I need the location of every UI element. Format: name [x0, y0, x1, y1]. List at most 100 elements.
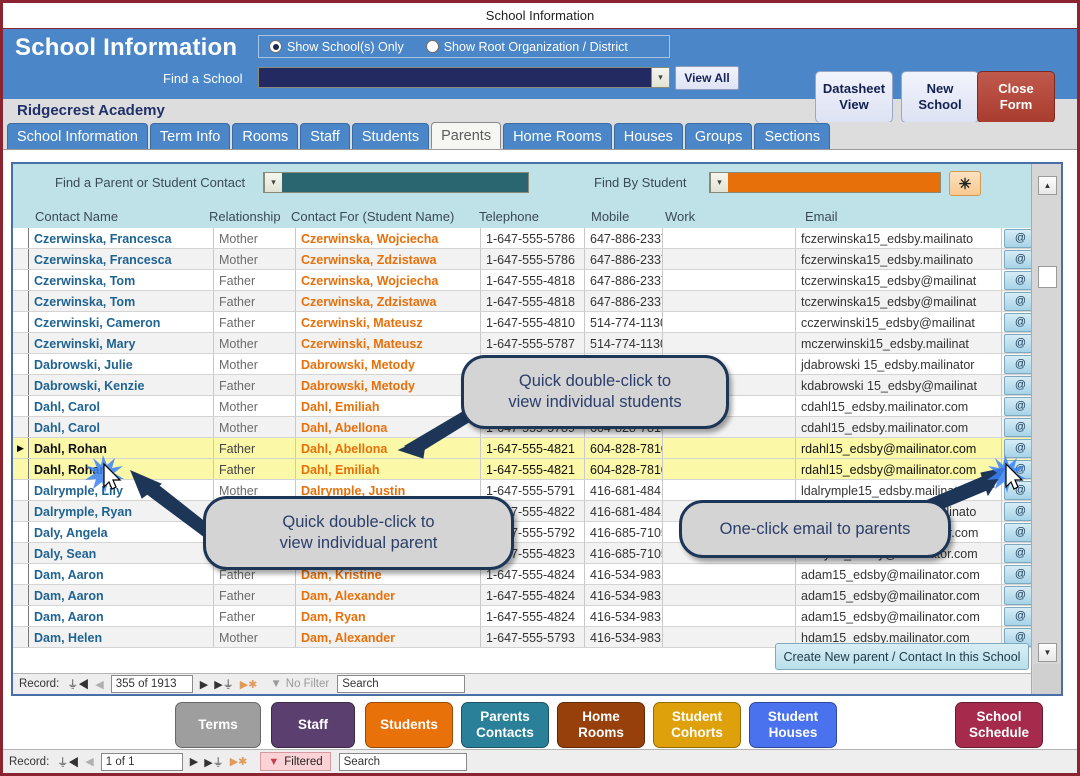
tab-rooms[interactable]: Rooms: [232, 123, 299, 149]
tab-staff[interactable]: Staff: [300, 123, 350, 149]
cell-tel[interactable]: 1-647-555-5793: [481, 627, 585, 647]
cell-email[interactable]: tczerwinska15_edsby@mailinat: [796, 291, 1002, 311]
cell-email[interactable]: adam15_edsby@mailinator.com: [796, 585, 1002, 605]
cell-mob[interactable]: 416-681-4841: [585, 501, 663, 521]
view-all-button[interactable]: View All: [675, 66, 739, 90]
cell-tel[interactable]: 1-647-555-5786: [481, 249, 585, 269]
row-selector[interactable]: [13, 564, 29, 584]
row-selector[interactable]: [13, 312, 29, 332]
cell-rel[interactable]: Father: [214, 438, 296, 458]
cell-work[interactable]: [663, 333, 796, 353]
cell-email[interactable]: mczerwinski15_edsby.mailinat: [796, 333, 1002, 353]
cell-name[interactable]: Czerwinska, Francesca: [29, 249, 214, 269]
cell-work[interactable]: [663, 312, 796, 332]
column-header[interactable]: Telephone: [479, 209, 539, 224]
cell-for[interactable]: Dahl, Abellona: [296, 417, 481, 437]
cell-name[interactable]: Dalrymple, Lily: [29, 480, 214, 500]
record-number-input[interactable]: 355 of 1913: [110, 675, 193, 693]
cell-email[interactable]: rdahl15_edsby@mailinator.com: [796, 459, 1002, 479]
find-school-combobox[interactable]: ▾: [258, 67, 670, 88]
cell-mob[interactable]: 416-534-9831: [585, 606, 663, 626]
cell-rel[interactable]: Mother: [214, 396, 296, 416]
cell-name[interactable]: Dabrowski, Kenzie: [29, 375, 214, 395]
cell-tel[interactable]: 1-647-555-5787: [481, 333, 585, 353]
subform-search-input[interactable]: Search: [337, 675, 466, 693]
scroll-down-icon[interactable]: ▼: [1038, 643, 1057, 662]
cell-tel[interactable]: 1-647-555-4818: [481, 291, 585, 311]
row-selector[interactable]: [13, 543, 29, 563]
row-selector[interactable]: [13, 417, 29, 437]
cell-work[interactable]: [663, 585, 796, 605]
cell-work[interactable]: [663, 480, 796, 500]
table-row[interactable]: Dam, Aaron Father Dam, Kristine 1-647-555-4…: [13, 564, 1061, 585]
cell-work[interactable]: [663, 249, 796, 269]
radio-show-root-organization[interactable]: Show Root Organization / District: [425, 40, 628, 54]
cell-rel[interactable]: Father: [214, 375, 296, 395]
cell-work[interactable]: [663, 564, 796, 584]
cell-name[interactable]: Dam, Aaron: [29, 564, 214, 584]
cell-for[interactable]: Czerwinski, Mateusz: [296, 312, 481, 332]
cell-name[interactable]: Dahl, Carol: [29, 396, 214, 416]
row-selector[interactable]: [13, 585, 29, 605]
last-record-icon[interactable]: ▶⏚: [204, 754, 223, 770]
cell-work[interactable]: [663, 459, 796, 479]
cell-email[interactable]: adam15_edsby@mailinator.com: [796, 564, 1002, 584]
tab-houses[interactable]: Houses: [613, 123, 683, 149]
cell-name[interactable]: Dalrymple, Ryan: [29, 501, 214, 521]
first-record-icon[interactable]: ⏚◀: [67, 676, 89, 692]
column-header[interactable]: Work: [665, 209, 695, 224]
row-selector[interactable]: [13, 606, 29, 626]
table-row[interactable]: Dam, Aaron Father Dam, Ryan 1-647-555-4824 4…: [13, 606, 1061, 627]
table-row[interactable]: Czerwinska, Francesca Mother Czerwinska, Z…: [13, 249, 1061, 270]
row-selector[interactable]: [13, 627, 29, 647]
datasheet-view-button[interactable]: Datasheet View: [815, 71, 893, 123]
cell-mob[interactable]: 416-685-7105: [585, 543, 663, 563]
cell-name[interactable]: Dam, Helen: [29, 627, 214, 647]
cell-tel[interactable]: 1-647-555-4821: [481, 438, 585, 458]
cell-work[interactable]: [663, 606, 796, 626]
table-row[interactable]: Czerwinska, Tom Father Czerwinska, Wojciec…: [13, 270, 1061, 291]
nav-button-student-houses[interactable]: Student Houses: [749, 702, 837, 748]
cell-for[interactable]: Dabrowski, Metody: [296, 375, 481, 395]
row-selector[interactable]: [13, 480, 29, 500]
cell-for[interactable]: Czerwinska, Zdzistawa: [296, 249, 481, 269]
cell-work[interactable]: [663, 438, 796, 458]
next-record-icon[interactable]: ▶: [190, 755, 198, 768]
filtered-indicator[interactable]: ▼ Filtered: [260, 752, 331, 771]
create-new-contact-button[interactable]: Create New parent / Contact In this Scho…: [775, 643, 1029, 670]
cell-mob[interactable]: 416-681-4841: [585, 480, 663, 500]
row-selector[interactable]: [13, 249, 29, 269]
cell-email[interactable]: fczerwinska15_edsby.mailinato: [796, 249, 1002, 269]
cell-mob[interactable]: 604-828-7810: [585, 459, 663, 479]
cell-email[interactable]: ldalrymple15_edsby.mailinator.: [796, 480, 1002, 500]
cell-rel[interactable]: Mother: [214, 417, 296, 437]
table-row[interactable]: Czerwinski, Cameron Father Czerwinski, Mat…: [13, 312, 1061, 333]
column-header[interactable]: Contact For (Student Name): [291, 209, 454, 224]
cell-email[interactable]: tczerwinska15_edsby@mailinat: [796, 270, 1002, 290]
find-contact-combobox[interactable]: ▾: [263, 172, 529, 193]
cell-name[interactable]: Dahl, Rohan: [29, 459, 214, 479]
find-student-combobox[interactable]: ▾: [709, 172, 941, 193]
column-header[interactable]: Contact Name: [35, 209, 118, 224]
next-record-icon[interactable]: ▶: [200, 678, 208, 691]
table-row[interactable]: Czerwinska, Tom Father Czerwinska, Zdzista…: [13, 291, 1061, 312]
row-selector[interactable]: [13, 459, 29, 479]
nav-button-home-rooms[interactable]: Home Rooms: [557, 702, 645, 748]
cell-email[interactable]: cdahl15_edsby.mailinator.com: [796, 417, 1002, 437]
row-selector[interactable]: [13, 522, 29, 542]
tab-parents[interactable]: Parents: [431, 122, 502, 149]
tab-term-info[interactable]: Term Info: [149, 123, 231, 149]
nav-button-parents-contacts[interactable]: Parents Contacts: [461, 702, 549, 748]
cell-email[interactable]: kdabrowski 15_edsby@mailinat: [796, 375, 1002, 395]
cell-name[interactable]: Daly, Angela: [29, 522, 214, 542]
row-selector[interactable]: ▶: [13, 438, 29, 458]
scroll-up-icon[interactable]: ▲: [1038, 176, 1057, 195]
cell-rel[interactable]: Father: [214, 312, 296, 332]
cell-name[interactable]: Czerwinska, Tom: [29, 291, 214, 311]
cell-rel[interactable]: Father: [214, 291, 296, 311]
cell-mob[interactable]: 647-886-2337: [585, 249, 663, 269]
cell-for[interactable]: Dam, Alexander: [296, 585, 481, 605]
new-record-icon[interactable]: ▶✱: [240, 678, 258, 691]
cell-rel[interactable]: Mother: [214, 333, 296, 353]
status-search-input[interactable]: Search: [338, 752, 467, 771]
